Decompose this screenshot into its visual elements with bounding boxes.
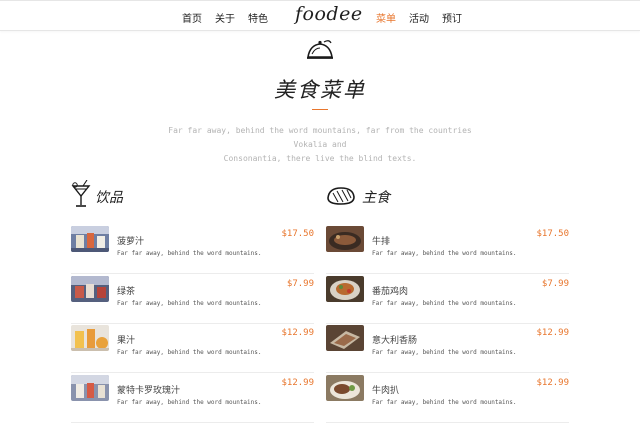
item-price: $7.99: [286, 279, 314, 289]
cocktail-icon: [71, 180, 91, 207]
nav-about[interactable]: 关于: [215, 10, 235, 25]
dish-image: [326, 375, 364, 401]
mains-section-title: 主食: [362, 190, 390, 206]
item-name: 蒙特卡罗玫瑰汁: [117, 386, 181, 396]
menu-item-drink[interactable]: 绿茶 Far far away, behind the word mountai…: [71, 276, 314, 324]
nav-menu[interactable]: 菜单: [376, 10, 396, 25]
intro-line-1: Far far away, behind the word mountains,…: [168, 126, 472, 149]
top-navbar: 首页 关于 特色 foodee 菜单 活动 预订: [0, 0, 640, 31]
nav-events[interactable]: 活动: [409, 10, 429, 25]
intro-text: Far far away, behind the word mountains,…: [150, 124, 490, 166]
item-price: $7.99: [541, 279, 569, 289]
dish-image: [326, 226, 364, 252]
menu-item-main[interactable]: 意大利香肠 Far far away, behind the word moun…: [326, 325, 569, 373]
nav-home[interactable]: 首页: [182, 10, 202, 25]
drink-image: [71, 276, 109, 302]
drinks-section-title: 饮品: [95, 190, 123, 206]
nav-features[interactable]: 特色: [248, 10, 268, 25]
item-name: 意大利香肠: [372, 336, 418, 346]
item-price: $12.99: [536, 378, 569, 388]
item-description: Far far away, behind the word mountains.: [117, 349, 262, 356]
drink-image: [71, 325, 109, 351]
item-price: $12.99: [281, 328, 314, 338]
item-name: 牛排: [372, 237, 391, 247]
brand-logo[interactable]: foodee: [295, 3, 363, 25]
title-divider: [312, 109, 328, 110]
item-price: $12.99: [281, 378, 314, 388]
item-description: Far far away, behind the word mountains.: [372, 349, 517, 356]
menu-item-main[interactable]: 番茄鸡肉 Far far away, behind the word mount…: [326, 276, 569, 324]
dish-image: [326, 276, 364, 302]
item-description: Far far away, behind the word mountains.: [372, 300, 517, 307]
meat-icon: [327, 187, 355, 205]
cloche-icon: [307, 40, 333, 59]
menu-item-drink[interactable]: 蒙特卡罗玫瑰汁 Far far away, behind the word mo…: [71, 375, 314, 423]
item-description: Far far away, behind the word mountains.: [117, 300, 262, 307]
menu-item-drink[interactable]: 果汁 Far far away, behind the word mountai…: [71, 325, 314, 373]
item-price: $12.99: [536, 328, 569, 338]
drink-image: [71, 375, 109, 401]
item-name: 绿茶: [117, 287, 136, 297]
item-name: 菠萝汁: [117, 237, 145, 247]
item-name: 牛肉扒: [372, 386, 400, 396]
item-description: Far far away, behind the word mountains.: [372, 250, 517, 257]
dish-image: [326, 325, 364, 351]
item-price: $17.50: [281, 229, 314, 239]
page-title: 美食菜单: [274, 78, 366, 102]
item-description: Far far away, behind the word mountains.: [372, 399, 517, 406]
intro-line-2: Consonantia, there live the blind texts.: [223, 154, 417, 163]
item-description: Far far away, behind the word mountains.: [117, 250, 262, 257]
item-price: $17.50: [536, 229, 569, 239]
mains-section-header: 主食: [326, 180, 446, 210]
drinks-section-header: 饮品: [71, 180, 191, 210]
menu-item-main[interactable]: 牛排 Far far away, behind the word mountai…: [326, 226, 569, 274]
item-name: 果汁: [117, 336, 136, 346]
menu-item-main[interactable]: 牛肉扒 Far far away, behind the word mounta…: [326, 375, 569, 423]
nav-reservation[interactable]: 预订: [442, 10, 462, 25]
item-name: 番茄鸡肉: [372, 287, 409, 297]
item-description: Far far away, behind the word mountains.: [117, 399, 262, 406]
drink-image: [71, 226, 109, 252]
menu-item-drink[interactable]: 菠萝汁 Far far away, behind the word mounta…: [71, 226, 314, 274]
